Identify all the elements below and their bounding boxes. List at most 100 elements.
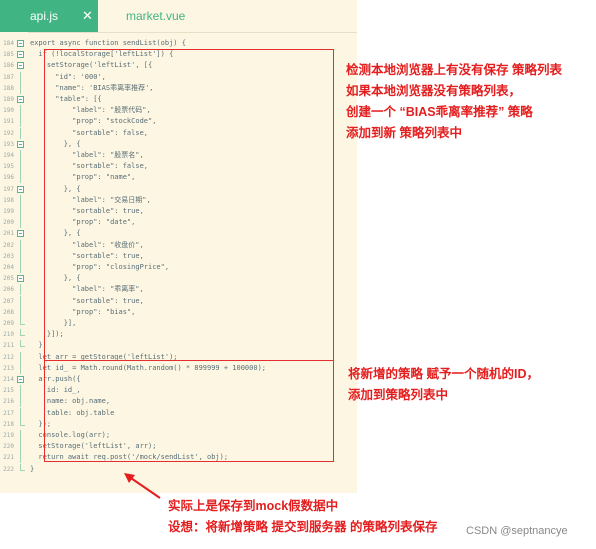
fold-guide: [20, 82, 21, 94]
line-number: 218: [3, 420, 14, 428]
fold-guide: [20, 396, 21, 408]
annotation-line: 添加到新 策略列表中: [346, 126, 462, 140]
fold-guide: [20, 452, 21, 464]
fold-toggle-icon[interactable]: [17, 96, 24, 103]
fold-guide: [20, 206, 21, 217]
fold-guide: [20, 385, 21, 397]
fold-guide: [20, 150, 21, 161]
fold-guide: [20, 127, 21, 139]
watermark: CSDN @septnancye: [466, 525, 568, 537]
fold-guide: [20, 351, 21, 363]
highlight-box-push-random-id: [44, 360, 334, 462]
code-text[interactable]: }: [30, 464, 34, 475]
line-number: 221: [3, 454, 14, 462]
line-number: 193: [3, 140, 14, 148]
line-number: 186: [3, 62, 14, 70]
line-number: 207: [3, 297, 14, 305]
fold-guide: [20, 306, 21, 318]
annotation-line: 如果本地浏览器没有策略列表，: [346, 84, 522, 98]
code-line: 222}: [0, 463, 357, 475]
line-number: 206: [3, 286, 14, 294]
tab-api-js[interactable]: api.js ✕: [0, 0, 98, 32]
annotation-line: 检测本地浏览器上有没有保存 策略列表: [346, 63, 562, 77]
line-number: 215: [3, 387, 14, 395]
line-number: 211: [3, 342, 14, 350]
line-number: 190: [3, 107, 14, 115]
tab-market-vue[interactable]: market.vue: [126, 0, 185, 32]
fold-end-icon: [20, 318, 25, 325]
line-number: 205: [3, 275, 14, 283]
fold-guide: [20, 161, 21, 173]
line-number: 202: [3, 241, 14, 249]
fold-end-icon: [20, 329, 25, 337]
line-number: 185: [3, 51, 14, 59]
annotation-mock: 实际上是保存到mock假数据中 设想：将新增策略 提交到服务器 的策略列表保存: [168, 496, 437, 538]
tab-bar: api.js ✕ market.vue: [0, 0, 357, 33]
line-number: 204: [3, 264, 14, 271]
line-number: 214: [3, 376, 14, 383]
fold-toggle-icon[interactable]: [17, 185, 24, 193]
line-number: 220: [3, 443, 14, 451]
fold-guide: [20, 217, 21, 229]
line-number: 188: [3, 84, 14, 92]
tab-label: market.vue: [126, 9, 186, 23]
line-number: 208: [3, 308, 14, 316]
tab-label: api.js: [30, 9, 59, 23]
line-number: 197: [3, 185, 14, 193]
line-number: 189: [3, 96, 14, 103]
line-number: 213: [3, 364, 14, 372]
line-number: 184: [3, 40, 14, 47]
line-number: 199: [3, 208, 14, 215]
line-number: 210: [3, 331, 14, 339]
annotation-line: 创建一个 “BIAS乖离率推荐” 策略: [346, 105, 533, 119]
fold-toggle-icon[interactable]: [17, 140, 24, 148]
fold-guide: [20, 172, 21, 184]
annotation-line: 设想：将新增策略 提交到服务器 的策略列表保存: [168, 520, 438, 534]
line-number: 212: [3, 353, 14, 361]
fold-toggle-icon[interactable]: [17, 51, 24, 59]
fold-toggle-icon[interactable]: [17, 62, 24, 70]
fold-end-icon: [20, 463, 25, 471]
line-number: 219: [3, 432, 14, 439]
line-number: 217: [3, 409, 14, 417]
code-text[interactable]: }: [30, 340, 42, 351]
fold-guide: [20, 194, 21, 206]
annotation-line: 将新增的策略 赋予一个随机的ID，: [348, 367, 539, 381]
fold-end-icon: [20, 418, 25, 426]
fold-guide: [20, 441, 21, 453]
line-number: 198: [3, 196, 14, 204]
fold-guide: [20, 284, 21, 296]
fold-toggle-icon[interactable]: [17, 40, 24, 47]
annotation-storage-check: 检测本地浏览器上有没有保存 策略列表 如果本地浏览器没有策略列表， 创建一个 “…: [346, 60, 562, 144]
line-number: 187: [3, 73, 14, 81]
annotation-line: 添加到策略列表中: [348, 388, 449, 402]
fold-toggle-icon[interactable]: [17, 376, 24, 383]
line-number: 222: [3, 465, 14, 473]
code-text[interactable]: export async function sendList(obj) {: [30, 38, 186, 49]
code-line: 184 export async function sendList(obj) {: [0, 38, 357, 49]
fold-guide: [20, 262, 21, 273]
fold-guide: [20, 250, 21, 262]
line-number: 196: [3, 174, 14, 182]
fold-guide: [20, 362, 21, 374]
highlight-box-storage-check: [44, 49, 334, 361]
annotation-line: 实际上是保存到mock假数据中: [168, 499, 339, 513]
line-number: 216: [3, 398, 14, 406]
line-number: 194: [3, 152, 14, 159]
fold-guide: [20, 407, 21, 419]
fold-toggle-icon[interactable]: [17, 230, 24, 238]
fold-guide: [20, 116, 21, 128]
line-number: 209: [3, 320, 14, 327]
line-number: 195: [3, 163, 14, 171]
fold-guide: [20, 295, 21, 307]
fold-guide: [20, 71, 21, 83]
line-number: 201: [3, 230, 14, 238]
line-number: 192: [3, 129, 14, 137]
fold-guide: [20, 239, 21, 251]
fold-guide: [20, 105, 21, 117]
fold-guide: [20, 430, 21, 441]
close-icon[interactable]: ✕: [82, 0, 93, 32]
fold-toggle-icon[interactable]: [17, 275, 24, 283]
line-number: 203: [3, 252, 14, 260]
arrow-icon: [124, 473, 161, 499]
